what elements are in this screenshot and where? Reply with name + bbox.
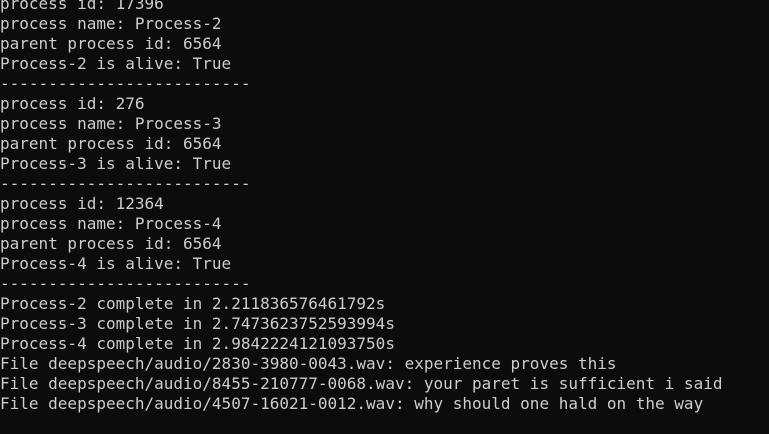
separator-line: -------------------------- (0, 74, 251, 93)
console-line: parent process id: 6564 (0, 234, 222, 253)
console-line: Process-3 complete in 2.7473623752593994… (0, 314, 395, 333)
console-line: process name: Process-2 (0, 14, 222, 33)
console-line: File deepspeech/audio/4507-16021-0012.wa… (0, 394, 704, 413)
console-line: parent process id: 6564 (0, 134, 222, 153)
console-output: process id: 17396 process name: Process-… (0, 0, 769, 414)
console-line: Process-4 is alive: True (0, 254, 232, 273)
console-line: parent process id: 6564 (0, 34, 222, 53)
console-line: File deepspeech/audio/2830-3980-0043.wav… (0, 354, 617, 373)
separator-line: -------------------------- (0, 274, 251, 293)
console-line: Process-4 complete in 2.9842224121093750… (0, 334, 395, 353)
console-line: process name: Process-3 (0, 114, 222, 133)
console-line: Process-3 is alive: True (0, 154, 232, 173)
console-line: process id: 17396 (0, 0, 164, 13)
console-line: process id: 276 (0, 94, 145, 113)
console-line: Process-2 is alive: True (0, 54, 232, 73)
console-line: process name: Process-4 (0, 214, 222, 233)
console-line: process id: 12364 (0, 194, 164, 213)
console-line: Process-2 complete in 2.211836576461792s (0, 294, 386, 313)
separator-line: -------------------------- (0, 174, 251, 193)
console-line: File deepspeech/audio/8455-210777-0068.w… (0, 374, 723, 393)
console-window[interactable]: process id: 17396 process name: Process-… (0, 0, 769, 434)
